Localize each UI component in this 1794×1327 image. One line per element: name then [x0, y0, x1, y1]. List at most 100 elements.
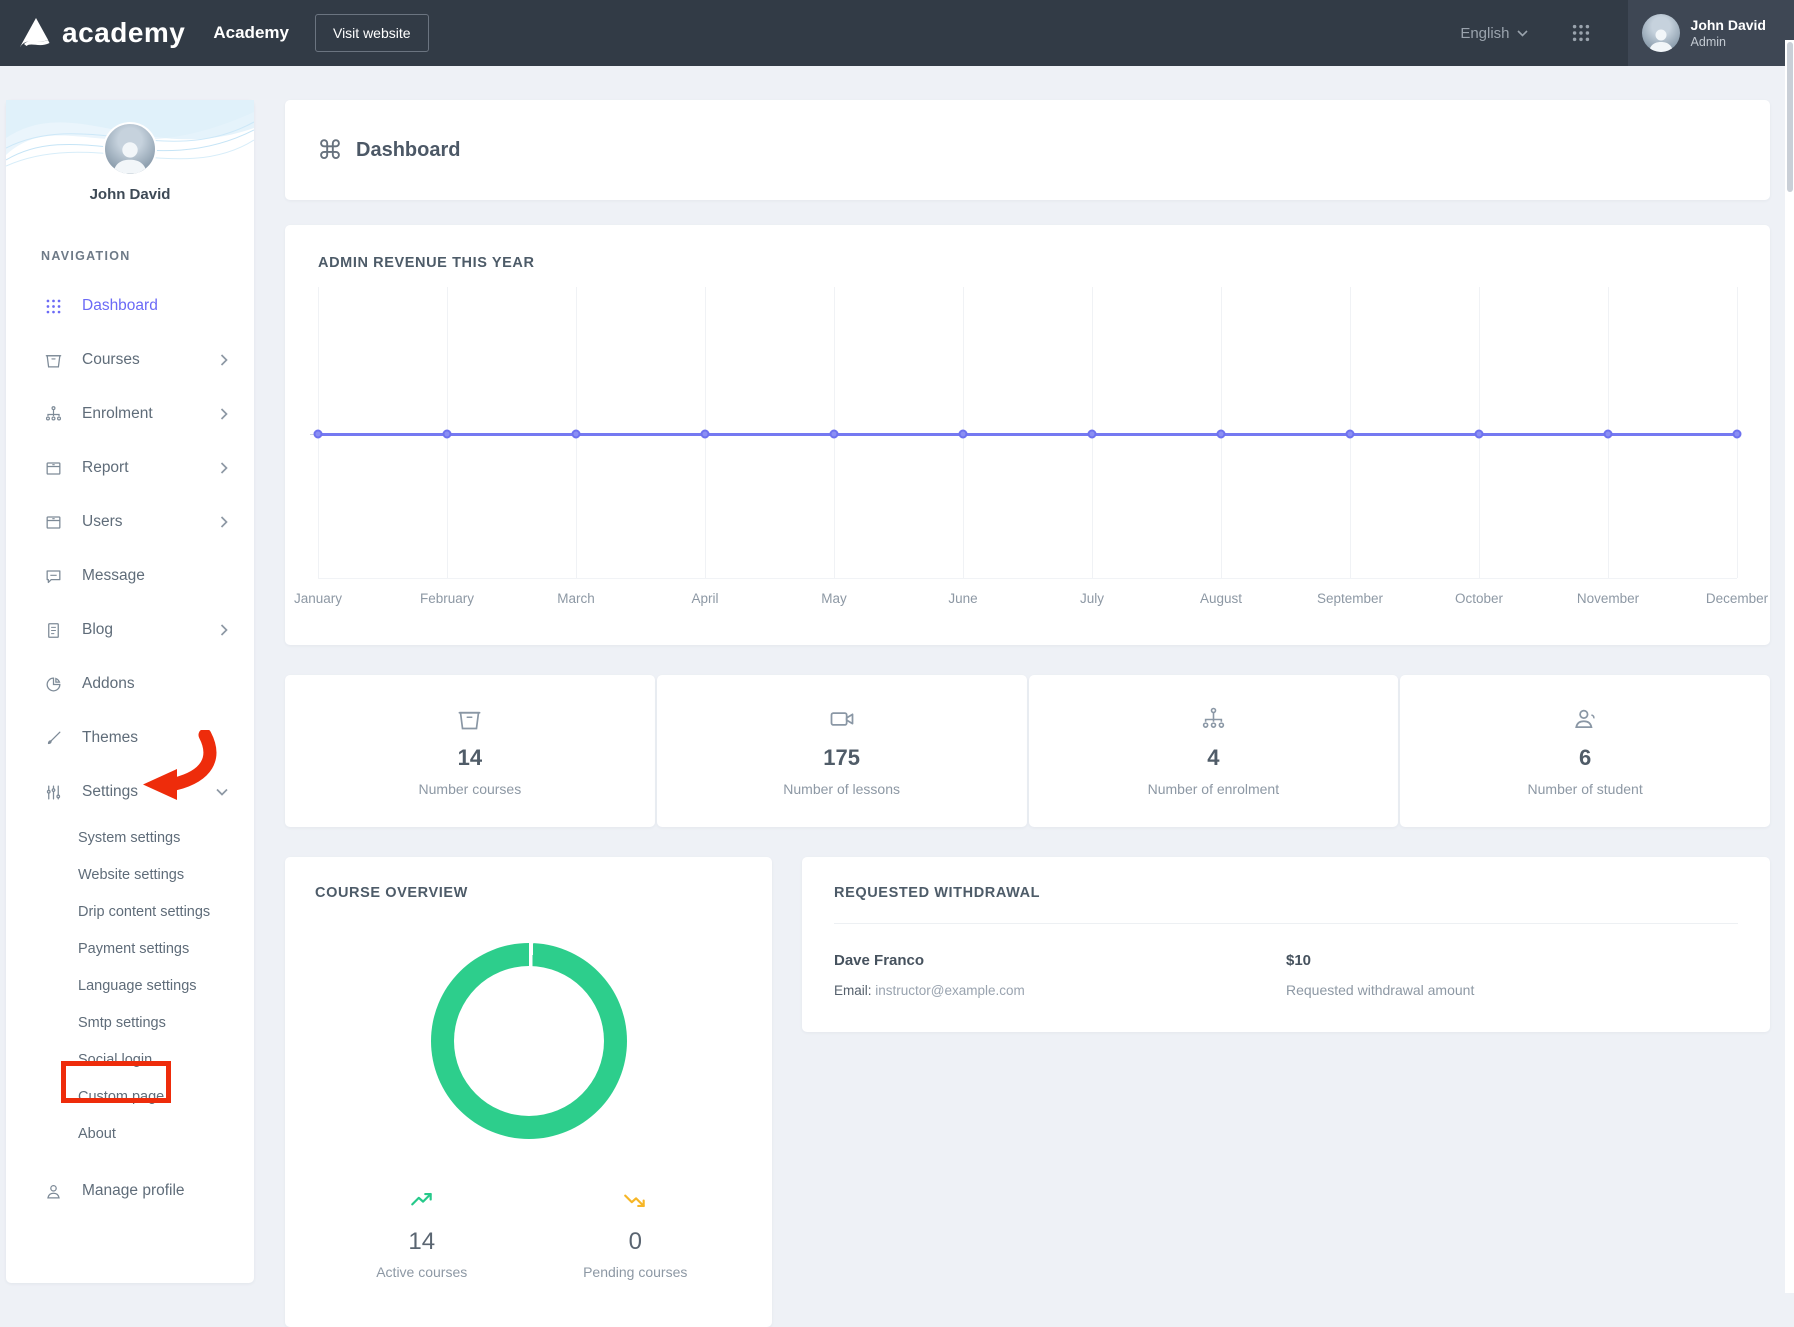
logo-text: academy [62, 17, 185, 49]
sidebar-item-message[interactable]: Message [6, 549, 254, 603]
sidebar: John David NAVIGATION Dashboard Courses [6, 100, 254, 1283]
withdrawal-amount: $10 [1286, 952, 1738, 969]
chevron-right-icon [220, 354, 228, 366]
stat-label: Number of enrolment [1148, 781, 1280, 797]
stat-number-students: 6 Number of student [1400, 675, 1770, 827]
data-point [700, 430, 709, 439]
sidebar-item-courses[interactable]: Courses [6, 333, 254, 387]
scrollbar-thumb[interactable] [1787, 42, 1793, 192]
sliders-icon [44, 783, 65, 802]
x-tick-label: February [420, 591, 474, 606]
page-title: Dashboard [356, 139, 460, 162]
stats-row: 14 Number courses 175 Number of lessons … [285, 675, 1770, 827]
submenu-about[interactable]: About [6, 1115, 254, 1152]
sidebar-item-dashboard[interactable]: Dashboard [6, 279, 254, 333]
settings-submenu: System settings Website settings Drip co… [6, 819, 254, 1152]
stat-value: 6 [1579, 745, 1591, 771]
sidebar-item-label: Blog [82, 621, 113, 639]
sidebar-item-themes[interactable]: Themes [6, 711, 254, 765]
submenu-system-settings[interactable]: System settings [6, 819, 254, 856]
main-content: ⌘ Dashboard ADMIN REVENUE THIS YEAR [285, 66, 1770, 1327]
video-icon [828, 705, 856, 733]
logo-triangle-icon [18, 17, 54, 49]
submenu-smtp-settings[interactable]: Smtp settings [6, 1004, 254, 1041]
sidebar-item-blog[interactable]: Blog [6, 603, 254, 657]
scrollbar[interactable] [1785, 40, 1794, 1293]
sidebar-item-label: Message [82, 567, 145, 585]
data-point [829, 430, 838, 439]
data-point [1087, 430, 1096, 439]
stat-number-courses: 14 Number courses [285, 675, 655, 827]
submenu-drip-content-settings[interactable]: Drip content settings [6, 893, 254, 930]
data-point [958, 430, 967, 439]
sidebar-item-settings[interactable]: Settings [6, 765, 254, 819]
top-navbar: academy Academy Visit website English [0, 0, 1794, 66]
divider [834, 923, 1738, 924]
sidebar-item-manage-profile[interactable]: Manage profile [6, 1164, 254, 1218]
avatar[interactable] [103, 122, 157, 176]
chevron-right-icon [220, 462, 228, 474]
submenu-custom-page[interactable]: Custom page [6, 1078, 254, 1115]
pie-slice-icon [44, 675, 65, 694]
data-point [1216, 430, 1225, 439]
sidebar-item-label: Themes [82, 729, 138, 747]
stat-value: 14 [458, 745, 482, 771]
x-tick-label: July [1080, 591, 1104, 606]
trending-down-icon [622, 1187, 648, 1213]
sidebar-item-enrolment[interactable]: Enrolment [6, 387, 254, 441]
app-logo[interactable]: academy [18, 17, 185, 49]
data-point [314, 430, 323, 439]
user-role: Admin [1691, 35, 1766, 49]
chevron-down-icon [216, 788, 228, 796]
stat-number-lessons: 175 Number of lessons [657, 675, 1027, 827]
sidebar-item-addons[interactable]: Addons [6, 657, 254, 711]
stat-value: 175 [823, 745, 860, 771]
visit-website-button[interactable]: Visit website [315, 14, 429, 52]
submenu-language-settings[interactable]: Language settings [6, 967, 254, 1004]
chat-bubble-icon [44, 567, 65, 586]
x-tick-label: September [1317, 591, 1383, 606]
sidebar-item-label: Dashboard [82, 297, 158, 315]
data-point [1603, 430, 1612, 439]
basket-icon [456, 706, 483, 733]
submenu-website-settings[interactable]: Website settings [6, 856, 254, 893]
data-point [1733, 430, 1742, 439]
basket-icon [44, 351, 65, 370]
sidebar-item-label: Enrolment [82, 405, 153, 423]
revenue-title: ADMIN REVENUE THIS YEAR [318, 255, 1737, 271]
chevron-right-icon [220, 408, 228, 420]
email-label: Email: [834, 983, 872, 998]
archive-box-icon [44, 459, 65, 478]
course-overview-card: COURSE OVERVIEW 14 Active courses [285, 857, 772, 1327]
sidebar-item-label: Settings [82, 783, 138, 801]
submenu-social-login[interactable]: Social login [6, 1041, 254, 1078]
data-point [571, 430, 580, 439]
paintbrush-icon [44, 729, 65, 748]
withdrawal-row: Dave Franco Email: instructor@example.co… [834, 952, 1738, 998]
sidebar-item-report[interactable]: Report [6, 441, 254, 495]
apps-grid-icon[interactable] [1570, 22, 1592, 44]
stat-number-enrolment: 4 Number of enrolment [1029, 675, 1399, 827]
sidebar-item-users[interactable]: Users [6, 495, 254, 549]
withdrawal-title: REQUESTED WITHDRAWAL [834, 885, 1738, 901]
x-tick-label: January [294, 591, 342, 606]
instructor-name: Dave Franco [834, 952, 1286, 969]
sidebar-item-label: Users [82, 513, 122, 531]
sidebar-item-label: Report [82, 459, 129, 477]
x-tick-label: March [557, 591, 595, 606]
stat-label: Number of student [1528, 781, 1643, 797]
data-point [1474, 430, 1483, 439]
user-menu[interactable]: John David Admin [1628, 0, 1794, 66]
x-tick-label: August [1200, 591, 1242, 606]
sitemap-icon [44, 405, 65, 424]
x-axis-labels: January February March April May June Ju… [318, 579, 1737, 619]
active-courses-stat: 14 Active courses [315, 1187, 529, 1280]
sidebar-nav: Dashboard Courses Enrolment [6, 279, 254, 819]
revenue-card: ADMIN REVENUE THIS YEAR January F [285, 225, 1770, 645]
withdrawal-amount-label: Requested withdrawal amount [1286, 982, 1738, 998]
course-overview-title: COURSE OVERVIEW [315, 885, 742, 901]
submenu-payment-settings[interactable]: Payment settings [6, 930, 254, 967]
x-tick-label: October [1455, 591, 1503, 606]
language-selector[interactable]: English [1460, 25, 1527, 42]
pending-courses-stat: 0 Pending courses [529, 1187, 743, 1280]
